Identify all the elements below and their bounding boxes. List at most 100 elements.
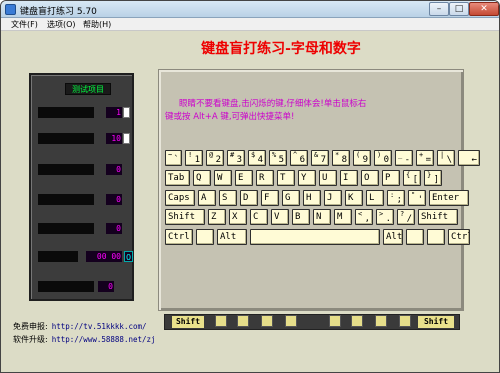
key-][interactable]: }] (424, 170, 442, 186)
key-m[interactable]: M (334, 209, 352, 225)
key-g[interactable]: G (282, 190, 300, 206)
key-c[interactable]: C (250, 209, 268, 225)
key-,[interactable]: <, (355, 209, 373, 225)
key-label: B (295, 212, 301, 222)
close-button[interactable]: ✕ (469, 2, 499, 16)
key-'[interactable]: " ' (408, 190, 426, 206)
key-w[interactable]: W (214, 170, 232, 186)
key-5[interactable]: % 5 (269, 150, 287, 166)
key-ctrl[interactable]: Ctrl (448, 229, 470, 245)
key-shift-label: ? (400, 210, 405, 218)
key-r[interactable]: R (256, 170, 274, 186)
key-blank[interactable] (196, 229, 214, 245)
free-apply-line: 免费申报: http://tv.51kkkk.com/ (13, 321, 147, 332)
key--[interactable]: _ - (395, 150, 413, 166)
key-7[interactable]: & 7 (311, 150, 329, 166)
key-1[interactable]: ! 1 (185, 150, 203, 166)
menu-help[interactable]: 帮助(H) (83, 19, 111, 30)
key-ctrl[interactable]: Ctrl (165, 229, 193, 245)
key-.[interactable]: >. (376, 209, 394, 225)
key-e[interactable]: E (235, 170, 253, 186)
key-p[interactable]: P (382, 170, 400, 186)
key-\[interactable]: | \ (437, 150, 455, 166)
key-/[interactable]: ? / (397, 209, 415, 225)
key-o[interactable]: O (361, 170, 379, 186)
key-4[interactable]: $4 (248, 150, 266, 166)
key-label: Shift (421, 212, 449, 222)
key-←[interactable]: ← (458, 150, 480, 166)
key-caps[interactable]: Caps (165, 190, 195, 206)
key-2[interactable]: @2 (206, 150, 224, 166)
key-;[interactable]: :; (387, 190, 405, 206)
free-apply-link[interactable]: http://tv.51kkkk.com/ (52, 322, 147, 331)
key-alt[interactable]: Alt (217, 229, 247, 245)
key-v[interactable]: V (271, 209, 289, 225)
test-row: 1 (38, 107, 130, 118)
key-x[interactable]: X (229, 209, 247, 225)
key-label: / (406, 214, 412, 224)
key-label: W (217, 173, 223, 183)
key-label: O (364, 173, 370, 183)
test-row-value: 0 (106, 194, 122, 205)
key-q[interactable]: Q (193, 170, 211, 186)
menu-file[interactable]: 文件(F) (11, 19, 38, 30)
maximize-button[interactable]: □ (449, 2, 469, 16)
key-label: \ (446, 155, 452, 165)
key-h[interactable]: H (303, 190, 321, 206)
key-label: Z (211, 212, 217, 222)
key-9[interactable]: (9 (353, 150, 371, 166)
key-l[interactable]: L (366, 190, 384, 206)
key-y[interactable]: Y (298, 170, 316, 186)
key-label: U (322, 173, 328, 183)
key-t[interactable]: T (277, 170, 295, 186)
test-row-extra: 0 (124, 251, 133, 262)
key-j[interactable]: J (324, 190, 342, 206)
upgrade-link[interactable]: http://www.58888.net/zj (52, 335, 156, 344)
key-[[interactable]: {[ (403, 170, 421, 186)
key-u[interactable]: U (319, 170, 337, 186)
key-label: Q (196, 173, 202, 183)
key-label: Ctrl (451, 232, 469, 242)
menu-options[interactable]: 选项(O) (47, 19, 76, 30)
key-s[interactable]: S (219, 190, 237, 206)
key-tab[interactable]: Tab (165, 170, 190, 186)
finger-indicator (399, 315, 411, 327)
key-label: P (385, 173, 391, 183)
key-shift-label: | (440, 151, 445, 159)
key-6[interactable]: ^ 6 (290, 150, 308, 166)
key-label: R (259, 173, 265, 183)
test-row: 0 (38, 281, 130, 292)
key-label: Alt (386, 232, 403, 242)
key-blank[interactable] (427, 229, 445, 245)
key-enter[interactable]: Enter (429, 190, 469, 206)
key-shift[interactable]: Shift (165, 209, 205, 225)
key-i[interactable]: I (340, 170, 358, 186)
key-shift-label: * (335, 151, 340, 159)
key-`[interactable]: ~ ` (165, 150, 182, 166)
key-0[interactable]: ) 0 (374, 150, 392, 166)
key-blank[interactable] (406, 229, 424, 245)
key-k[interactable]: K (345, 190, 363, 206)
finger-indicator (375, 315, 387, 327)
key-label: D (243, 193, 249, 203)
key-shift-label: + (419, 151, 424, 159)
key-shift[interactable]: Shift (418, 209, 458, 225)
key-f[interactable]: F (261, 190, 279, 206)
test-row-value: 10 (106, 133, 122, 144)
key-b[interactable]: B (292, 209, 310, 225)
key-d[interactable]: D (240, 190, 258, 206)
key-blank[interactable] (250, 229, 380, 245)
key-alt[interactable]: Alt (383, 229, 403, 245)
key-3[interactable]: #3 (227, 150, 245, 166)
upgrade-label: 软件升级: (13, 335, 48, 344)
minimize-button[interactable]: – (429, 2, 449, 16)
key-=[interactable]: + = (416, 150, 434, 166)
key-label: 1 (194, 155, 200, 165)
test-row-bar (38, 223, 94, 234)
key-n[interactable]: N (313, 209, 331, 225)
key-label: 5 (278, 155, 284, 165)
key-a[interactable]: A (198, 190, 216, 206)
key-z[interactable]: Z (208, 209, 226, 225)
key-8[interactable]: * 8 (332, 150, 350, 166)
key-label: I (343, 173, 349, 183)
